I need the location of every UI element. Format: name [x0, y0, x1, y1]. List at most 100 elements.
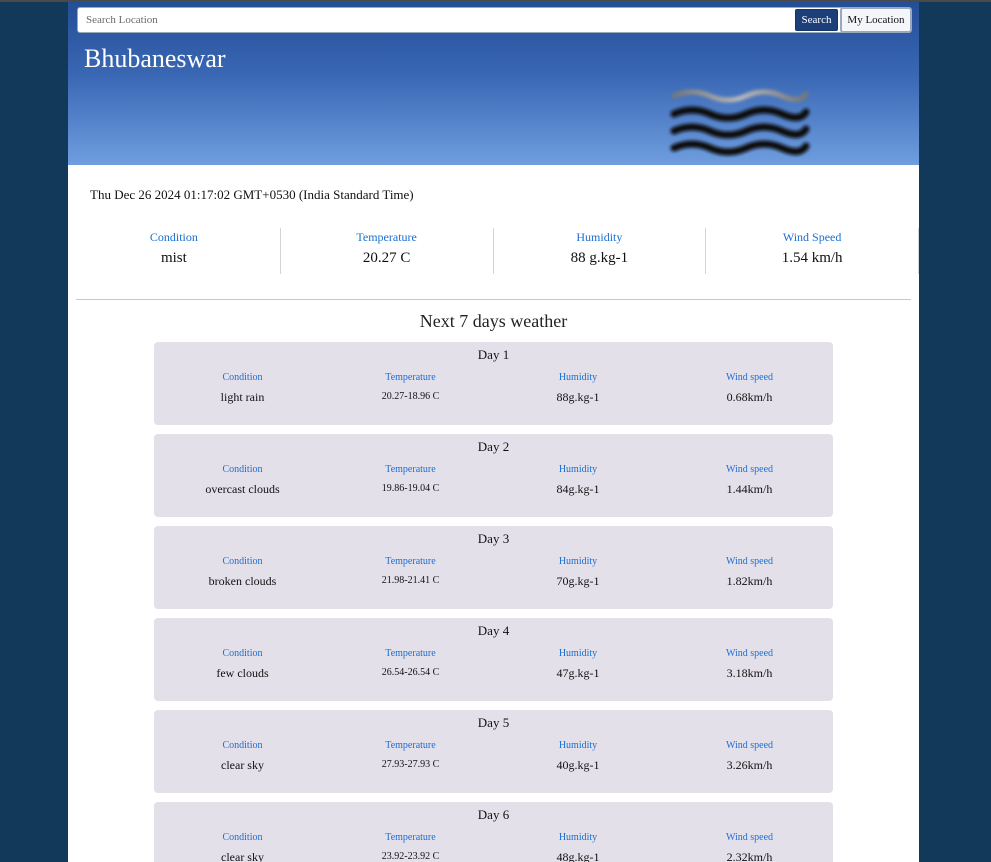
condition-value: broken clouds — [208, 574, 277, 588]
wind-value: 1.44km/h — [726, 482, 773, 496]
mist-icon — [670, 89, 810, 156]
day-condition: Condition overcast clouds — [154, 464, 331, 497]
condition-value: overcast clouds — [205, 482, 280, 496]
day-humidity: Humidity 84g.kg-1 — [490, 464, 666, 497]
condition-value: clear sky — [221, 758, 264, 772]
humidity-value: 48g.kg-1 — [556, 850, 600, 862]
day-title: Day 3 — [477, 531, 510, 546]
wind-value: 2.32km/h — [726, 850, 773, 862]
column-label: Humidity — [558, 832, 598, 843]
column-label: Wind speed — [725, 648, 774, 659]
day-title: Day 5 — [477, 715, 510, 730]
day-wind: Wind speed 3.26km/h — [666, 740, 833, 773]
stat-label: Temperature — [356, 230, 417, 244]
column-label: Humidity — [558, 740, 598, 751]
day-humidity: Humidity 40g.kg-1 — [490, 740, 666, 773]
forecast-list: Day 1 Condition light rain Temperature 2… — [154, 342, 833, 862]
day-condition: Condition clear sky — [154, 832, 331, 862]
day-temperature: Temperature 19.86-19.04 C — [331, 464, 490, 497]
column-label: Temperature — [385, 740, 436, 751]
column-label: Wind speed — [725, 372, 774, 383]
day-wind: Wind speed 3.18km/h — [666, 648, 833, 681]
day-condition: Condition light rain — [154, 372, 331, 405]
stat-label: Wind Speed — [782, 230, 842, 244]
forecast-day-card: Day 1 Condition light rain Temperature 2… — [154, 342, 833, 425]
condition-value: light rain — [220, 390, 265, 404]
day-humidity: Humidity 88g.kg-1 — [490, 372, 666, 405]
column-label: Condition — [222, 648, 263, 659]
temperature-value: 20.27-18.96 C — [381, 391, 440, 402]
section-divider — [76, 299, 911, 300]
column-label: Humidity — [558, 556, 598, 567]
day-title: Day 4 — [477, 623, 510, 638]
day-humidity: Humidity 70g.kg-1 — [490, 556, 666, 589]
day-title: Day 1 — [477, 347, 510, 362]
day-temperature: Temperature 20.27-18.96 C — [331, 372, 490, 405]
day-temperature: Temperature 21.98-21.41 C — [331, 556, 490, 589]
stat-label: Humidity — [576, 230, 623, 244]
search-bar: Search My Location — [77, 7, 912, 33]
forecast-day-card: Day 5 Condition clear sky Temperature 27… — [154, 710, 833, 793]
humidity-value: 40g.kg-1 — [556, 758, 600, 772]
day-condition: Condition clear sky — [154, 740, 331, 773]
header-banner: Search My Location Bhubaneswar — [68, 2, 919, 165]
condition-value: few clouds — [216, 666, 269, 680]
stat-value: 20.27 C — [362, 250, 411, 266]
forecast-title: Next 7 days weather — [419, 311, 568, 331]
column-label: Temperature — [385, 556, 436, 567]
forecast-day-card: Day 4 Condition few clouds Temperature 2… — [154, 618, 833, 701]
humidity-value: 47g.kg-1 — [556, 666, 600, 680]
column-label: Temperature — [385, 464, 436, 475]
search-input[interactable] — [78, 8, 794, 32]
wind-value: 3.26km/h — [726, 758, 773, 772]
day-wind: Wind speed 2.32km/h — [666, 832, 833, 862]
current-stats: Condition mist Temperature 20.27 C Humid… — [68, 228, 919, 274]
column-label: Condition — [222, 372, 263, 383]
day-humidity: Humidity 47g.kg-1 — [490, 648, 666, 681]
search-button[interactable]: Search — [795, 9, 838, 31]
column-label: Condition — [222, 464, 263, 475]
my-location-button[interactable]: My Location — [840, 7, 912, 33]
day-title: Day 2 — [477, 439, 510, 454]
humidity-value: 84g.kg-1 — [556, 482, 600, 496]
column-label: Temperature — [385, 372, 436, 383]
condition-value: clear sky — [221, 850, 264, 862]
forecast-day-card: Day 2 Condition overcast clouds Temperat… — [154, 434, 833, 517]
day-wind: Wind speed 1.44km/h — [666, 464, 833, 497]
column-label: Humidity — [558, 372, 598, 383]
column-label: Humidity — [558, 464, 598, 475]
day-wind: Wind speed 0.68km/h — [666, 372, 833, 405]
column-label: Wind speed — [725, 464, 774, 475]
column-label: Humidity — [558, 648, 598, 659]
forecast-day-card: Day 6 Condition clear sky Temperature 23… — [154, 802, 833, 862]
day-condition: Condition few clouds — [154, 648, 331, 681]
day-title: Day 6 — [477, 807, 510, 822]
weather-app-card: Search My Location Bhubaneswar — [68, 2, 919, 862]
temperature-value: 19.86-19.04 C — [381, 483, 440, 494]
column-label: Temperature — [385, 648, 436, 659]
column-label: Condition — [222, 832, 263, 843]
day-temperature: Temperature 23.92-23.92 C — [331, 832, 490, 862]
stat-condition: Condition mist — [68, 228, 281, 274]
stat-value: 88 g.kg-1 — [570, 250, 629, 266]
column-label: Temperature — [385, 832, 436, 843]
column-label: Wind speed — [725, 832, 774, 843]
wind-value: 1.82km/h — [726, 574, 773, 588]
humidity-value: 70g.kg-1 — [556, 574, 600, 588]
stat-value: mist — [160, 250, 187, 266]
wind-value: 3.18km/h — [726, 666, 773, 680]
stat-value: 1.54 km/h — [781, 250, 843, 266]
column-label: Wind speed — [725, 556, 774, 567]
stat-temperature: Temperature 20.27 C — [281, 228, 494, 274]
humidity-value: 88g.kg-1 — [556, 390, 600, 404]
temperature-value: 27.93-27.93 C — [381, 759, 440, 770]
column-label: Condition — [222, 740, 263, 751]
stat-wind-speed: Wind Speed 1.54 km/h — [706, 228, 919, 274]
day-condition: Condition broken clouds — [154, 556, 331, 589]
city-name: Bhubaneswar — [84, 44, 226, 73]
forecast-day-card: Day 3 Condition broken clouds Temperatur… — [154, 526, 833, 609]
column-label: Condition — [222, 556, 263, 567]
day-temperature: Temperature 27.93-27.93 C — [331, 740, 490, 773]
column-label: Wind speed — [725, 740, 774, 751]
stat-humidity: Humidity 88 g.kg-1 — [494, 228, 707, 274]
